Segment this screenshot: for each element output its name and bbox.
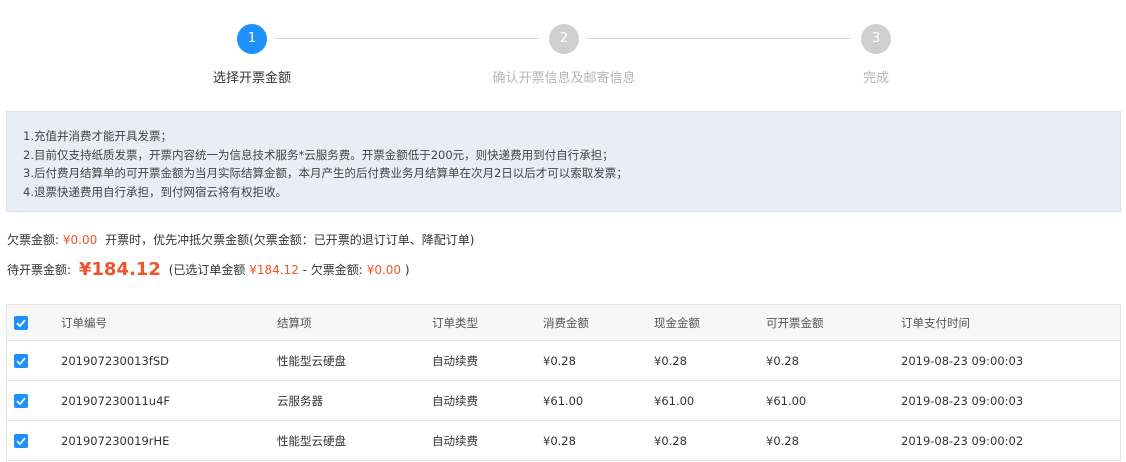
pay-time: 2019-08-23 09:00:02 — [901, 433, 1024, 448]
owed-description: 开票时，优先冲抵欠票金额(欠票金额：已开票的退订订单、降配订单) — [105, 233, 475, 247]
row-checkbox[interactable] — [14, 393, 28, 408]
checkbox-checked-icon — [16, 397, 26, 405]
settlement-item: 云服务器 — [277, 393, 323, 408]
pending-owed-amount: ¥0.00 — [366, 263, 402, 277]
header-consumption-amount: 消费金额 — [543, 315, 589, 330]
invoiceable-amount: ¥61.00 — [766, 393, 807, 408]
cash-amount: ¥0.28 — [654, 353, 687, 368]
step-2-indicator: 2 — [549, 24, 579, 54]
step-3-indicator: 3 — [861, 24, 891, 54]
step-1-indicator: 1 — [237, 24, 267, 54]
order-id: 201907230019rHE — [61, 433, 170, 448]
select-all-checkbox[interactable] — [14, 315, 28, 330]
pay-time: 2019-08-23 09:00:03 — [901, 353, 1024, 368]
row-checkbox[interactable] — [14, 433, 28, 448]
orders-table: 订单编号 结算项 订单类型 消费金额 现金金额 可开票金额 订单支付时间 201… — [6, 304, 1121, 461]
settlement-item: 性能型云硬盘 — [277, 353, 346, 368]
settlement-item: 性能型云硬盘 — [277, 433, 346, 448]
order-type: 自动续费 — [432, 353, 478, 368]
step-2-label: 确认开票信息及邮寄信息 — [492, 71, 636, 86]
table-row: 201907230013fSD 性能型云硬盘 自动续费 ¥0.28 ¥0.28 … — [7, 341, 1120, 381]
consumption-amount: ¥0.28 — [543, 353, 576, 368]
owed-label: 欠票金额: — [7, 233, 60, 247]
pending-label: 待开票金额: — [7, 263, 72, 277]
header-settlement-item: 结算项 — [277, 315, 312, 330]
notice-box: 1.充值并消费才能开具发票； 2.目前仅支持纸质发票，开票内容统一为信息技术服务… — [6, 111, 1121, 212]
pending-amount-line: 待开票金额: ¥184.12 (已选订单金额 ¥184.12 - 欠票金额: ¥… — [7, 256, 410, 284]
notice-line: 3.后付费月结算单的可开票金额为当月实际结算金额，本月产生的后付费业务月结算单在… — [23, 166, 628, 180]
row-checkbox[interactable] — [14, 353, 28, 368]
pay-time: 2019-08-23 09:00:03 — [901, 393, 1024, 408]
progress-steps: 1 2 3 选择开票金额 确认开票信息及邮寄信息 完成 — [0, 0, 1126, 100]
invoiceable-amount: ¥0.28 — [766, 353, 799, 368]
header-cash-amount: 现金金额 — [654, 315, 700, 330]
header-order-id: 订单编号 — [61, 315, 107, 330]
header-pay-time: 订单支付时间 — [901, 315, 970, 330]
step-3-label: 完成 — [862, 71, 889, 86]
cash-amount: ¥0.28 — [654, 433, 687, 448]
checkbox-checked-icon — [16, 319, 26, 327]
order-type: 自动续费 — [432, 393, 478, 408]
consumption-amount: ¥0.28 — [543, 433, 576, 448]
order-id: 201907230011u4F — [61, 393, 171, 408]
notice-line: 4.退票快递费用自行承担，到付网宿云将有权拒收。 — [23, 184, 287, 199]
step-connector — [275, 38, 539, 39]
owed-amount-line: 欠票金额: ¥0.00 开票时，优先冲抵欠票金额(欠票金额：已开票的退订订单、降… — [7, 231, 474, 248]
invoiceable-amount: ¥0.28 — [766, 433, 799, 448]
table-header-row: 订单编号 结算项 订单类型 消费金额 现金金额 可开票金额 订单支付时间 — [7, 305, 1120, 341]
pending-amount: ¥184.12 — [78, 259, 161, 280]
pending-minus-label: - 欠票金额: — [302, 263, 363, 277]
table-row: 201907230019rHE 性能型云硬盘 自动续费 ¥0.28 ¥0.28 … — [7, 421, 1120, 461]
checkbox-checked-icon — [16, 357, 26, 365]
consumption-amount: ¥61.00 — [543, 393, 584, 408]
pending-detail-prefix: (已选订单金额 — [168, 263, 246, 277]
pending-close: ) — [404, 263, 410, 277]
step-connector — [587, 38, 851, 39]
order-type: 自动续费 — [432, 433, 478, 448]
cash-amount: ¥61.00 — [654, 393, 695, 408]
header-order-type: 订单类型 — [432, 315, 478, 330]
selected-order-amount: ¥184.12 — [249, 263, 299, 277]
table-row: 201907230011u4F 云服务器 自动续费 ¥61.00 ¥61.00 … — [7, 381, 1120, 421]
header-invoiceable-amount: 可开票金额 — [766, 315, 824, 330]
checkbox-checked-icon — [16, 437, 26, 445]
notice-line: 1.充值并消费才能开具发票； — [23, 129, 172, 143]
step-1-label: 选择开票金额 — [212, 71, 291, 86]
order-id: 201907230013fSD — [61, 353, 170, 368]
owed-amount: ¥0.00 — [62, 233, 98, 247]
notice-line: 2.目前仅支持纸质发票，开票内容统一为信息技术服务*云服务费。开票金额低于200… — [23, 147, 614, 162]
